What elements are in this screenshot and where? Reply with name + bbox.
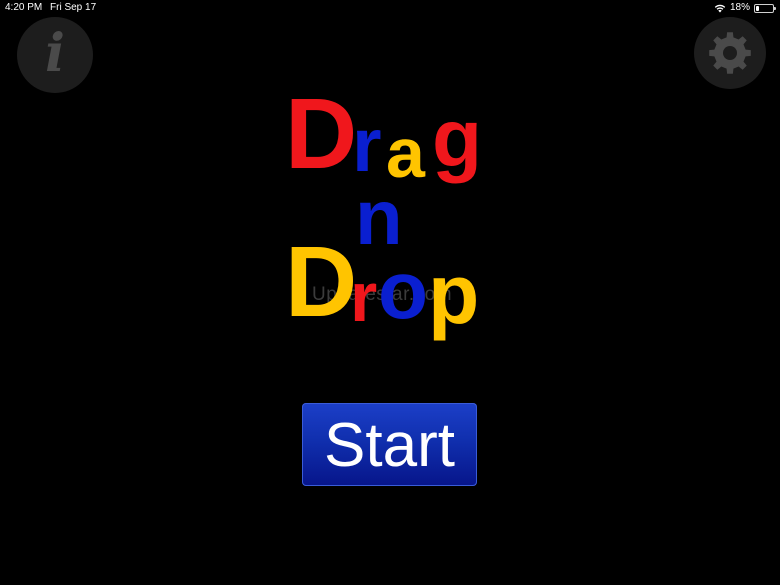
status-bar: 4:20 PM Fri Sep 17 18% (0, 0, 780, 16)
status-date: Fri Sep 17 (50, 2, 97, 13)
gear-icon (709, 32, 751, 74)
info-button[interactable]: i (17, 17, 93, 93)
logo-letter-g: g (432, 93, 483, 184)
app-screen: 4:20 PM Fri Sep 17 18% i DragnDrop Updat… (0, 0, 780, 585)
logo-letter-r2: r (350, 258, 378, 336)
logo-letter-d2: D (285, 226, 358, 338)
start-button-label: Start (324, 410, 455, 480)
battery-level (756, 5, 759, 11)
logo-letter-a: a (386, 114, 425, 192)
start-button[interactable]: Start (302, 403, 477, 486)
status-indicators: 18% (714, 0, 776, 16)
wifi-icon (714, 4, 726, 13)
info-icon: i (45, 23, 65, 84)
logo-letter-p: p (428, 247, 480, 341)
settings-button[interactable] (694, 17, 766, 89)
status-time: 4:20 PM (5, 2, 43, 13)
logo-letter-r1: r (352, 103, 382, 188)
logo-letter-o: o (378, 245, 429, 336)
logo-letter-d1: D (285, 78, 358, 190)
battery-percent: 18% (729, 2, 750, 13)
battery-icon (754, 3, 776, 13)
